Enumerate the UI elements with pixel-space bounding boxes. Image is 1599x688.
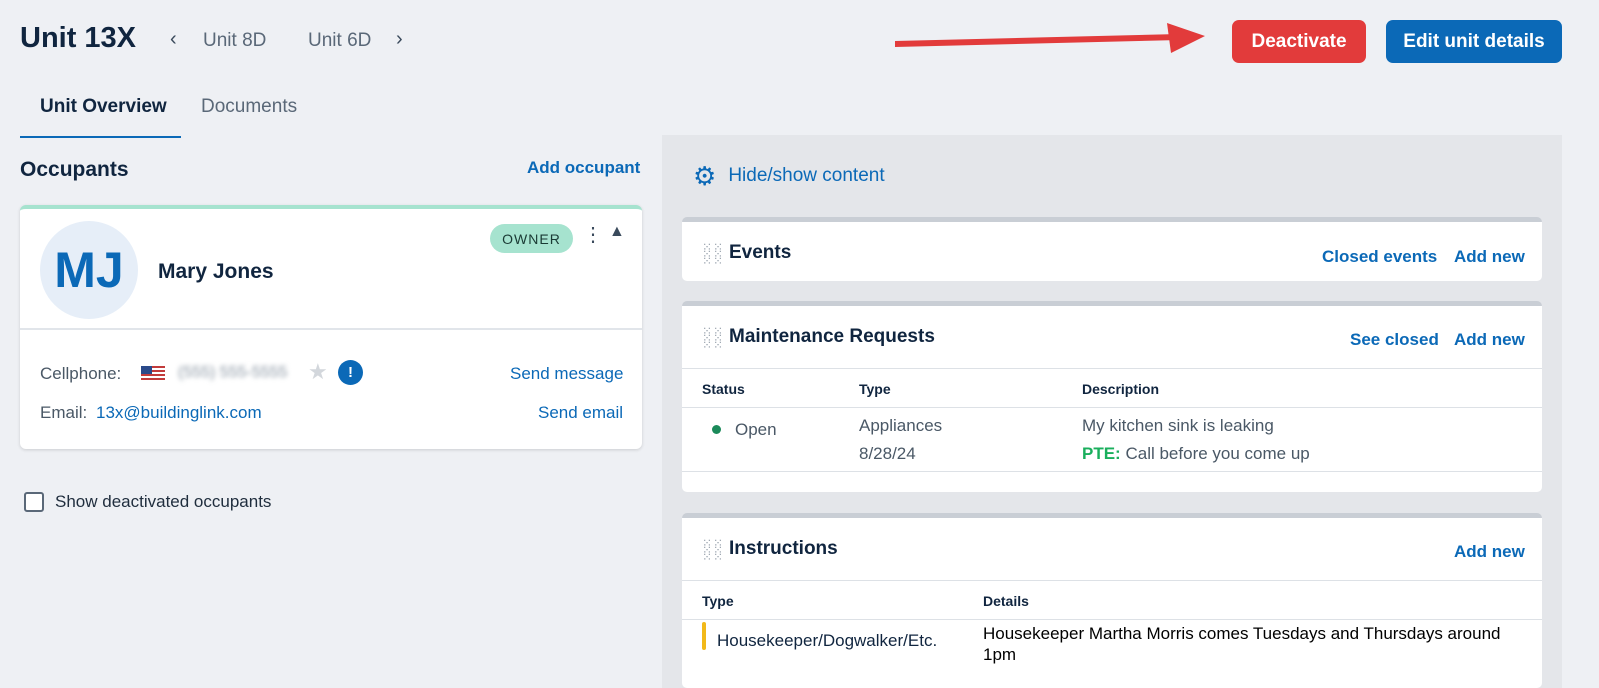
active-tab-indicator	[20, 136, 181, 138]
show-deactivated-toggle[interactable]: Show deactivated occupants	[24, 492, 271, 512]
chevron-right-icon[interactable]: ›	[396, 28, 403, 51]
hide-show-content-link[interactable]: ⚙ Hide/show content	[693, 163, 885, 189]
chevron-left-icon[interactable]: ‹	[170, 28, 177, 51]
drag-handle-icon[interactable]: ⁙⁙ ⁙⁙ ⁙⁙	[702, 537, 724, 563]
request-type: Appliances	[859, 416, 943, 435]
request-status: Open	[735, 420, 777, 439]
column-header-status: Status	[702, 381, 745, 397]
email-label: Email:	[40, 403, 88, 422]
tab-unit-overview[interactable]: Unit Overview	[40, 96, 167, 118]
collapse-icon[interactable]: ▲	[609, 223, 625, 241]
occupant-card: MJ Mary Jones OWNER ⋮ ▲ Cellphone: (555)…	[20, 205, 642, 449]
maintenance-panel: ⁙⁙ ⁙⁙ ⁙⁙ Maintenance Requests See closed A…	[682, 301, 1542, 492]
drag-handle-icon[interactable]: ⁙⁙ ⁙⁙ ⁙⁙	[702, 325, 724, 351]
page-header: Unit 13X ‹ Unit 8D Unit 6D › Deactivate …	[0, 0, 1599, 80]
show-deactivated-checkbox[interactable]	[24, 492, 44, 512]
star-icon[interactable]: ★	[308, 359, 328, 385]
owner-badge: OWNER	[490, 224, 573, 253]
column-header-description: Description	[1082, 381, 1160, 397]
us-flag-icon	[141, 366, 165, 381]
instructions-add-new-link[interactable]: Add new	[1454, 542, 1525, 562]
email-link[interactable]: 13x@buildinglink.com	[96, 403, 262, 423]
cellphone-value: (555) 555-5555	[178, 364, 288, 381]
events-add-new-link[interactable]: Add new	[1454, 247, 1525, 267]
request-date: 8/28/24	[859, 444, 916, 463]
see-closed-link[interactable]: See closed	[1350, 330, 1439, 350]
status-dot	[712, 425, 721, 434]
alert-badge-icon[interactable]: !	[338, 360, 363, 385]
column-header-type: Type	[702, 593, 734, 609]
gear-icon: ⚙	[693, 161, 717, 191]
request-description: My kitchen sink is leaking	[1082, 416, 1274, 435]
divider	[682, 619, 1542, 620]
divider	[682, 407, 1542, 408]
pte-label: PTE:	[1082, 444, 1121, 463]
divider	[682, 471, 1542, 472]
column-header-details: Details	[983, 593, 1029, 609]
events-panel: ⁙⁙ ⁙⁙ ⁙⁙ Events Closed events Add new	[682, 217, 1542, 281]
pte-text: Call before you come up	[1125, 444, 1310, 463]
instructions-title: Instructions	[729, 538, 838, 559]
divider	[682, 368, 1542, 369]
instruction-marker	[702, 622, 706, 650]
occupant-name[interactable]: Mary Jones	[158, 260, 274, 284]
instructions-panel: ⁙⁙ ⁙⁙ ⁙⁙ Instructions Add new Type Details…	[682, 513, 1542, 688]
instruction-details-line1: Housekeeper Martha Morris comes Tuesdays…	[983, 624, 1501, 643]
add-occupant-link[interactable]: Add occupant	[527, 158, 640, 178]
next-unit-link[interactable]: Unit 6D	[308, 30, 371, 52]
edit-unit-details-button[interactable]: Edit unit details	[1386, 20, 1562, 63]
occupants-title: Occupants	[20, 158, 129, 181]
column-header-type: Type	[859, 381, 891, 397]
instruction-details-line2: 1pm	[983, 645, 1017, 664]
divider	[20, 328, 642, 330]
tab-documents[interactable]: Documents	[201, 96, 297, 118]
send-email-link[interactable]: Send email	[538, 403, 623, 423]
cellphone-label: Cellphone:	[40, 364, 122, 383]
maintenance-add-new-link[interactable]: Add new	[1454, 330, 1525, 350]
hide-show-label: Hide/show content	[728, 165, 885, 186]
more-options-icon[interactable]: ⋮	[583, 225, 603, 245]
avatar: MJ	[40, 221, 138, 319]
drag-handle-icon[interactable]: ⁙⁙ ⁙⁙ ⁙⁙	[702, 241, 724, 267]
red-arrow-annotation	[895, 23, 1205, 53]
show-deactivated-label: Show deactivated occupants	[55, 492, 272, 511]
events-title: Events	[729, 242, 792, 263]
prev-unit-link[interactable]: Unit 8D	[203, 30, 266, 52]
maintenance-title: Maintenance Requests	[729, 326, 935, 347]
instruction-type: Housekeeper/Dogwalker/Etc.	[717, 631, 938, 650]
closed-events-link[interactable]: Closed events	[1322, 247, 1437, 267]
request-pte: PTE: Call before you come up	[1082, 444, 1310, 464]
page-title: Unit 13X	[20, 22, 137, 54]
divider	[682, 580, 1542, 581]
send-message-link[interactable]: Send message	[510, 364, 623, 384]
deactivate-button[interactable]: Deactivate	[1232, 20, 1366, 63]
